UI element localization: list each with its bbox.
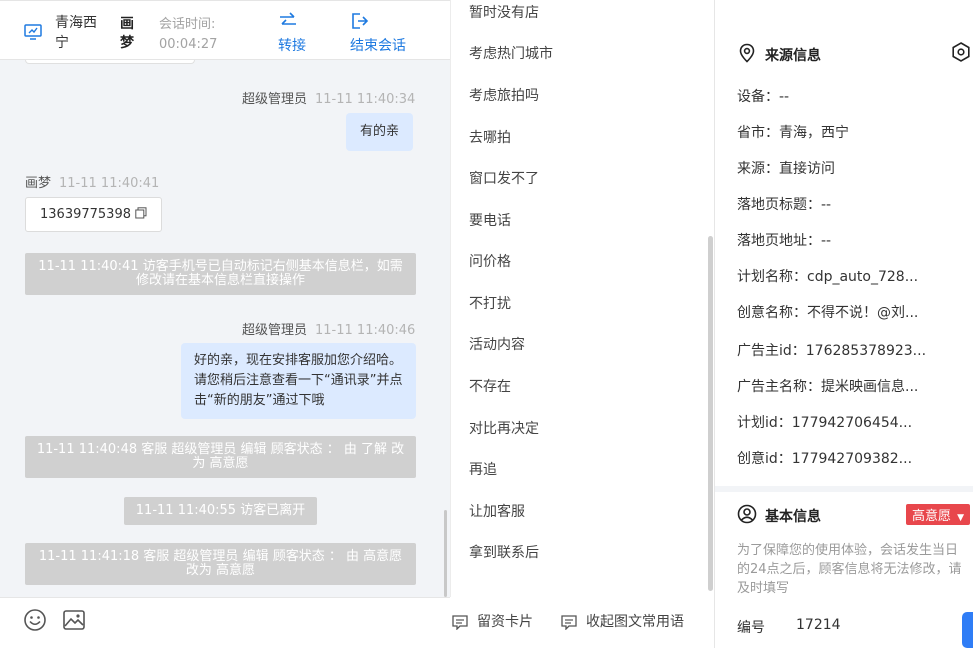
source-info-title: 来源信息 — [765, 48, 821, 64]
plan-id-field: 计划id：177942706454... — [737, 415, 913, 431]
logout-icon — [352, 13, 369, 29]
plan-name-field: 计划名称：cdp_auto_728... — [737, 269, 919, 285]
device-field: 设备：-- — [737, 89, 790, 105]
landing-url-field: 落地页地址：-- — [737, 233, 832, 249]
phrase-item[interactable]: 要电话 — [469, 210, 511, 230]
message-time: 11-11 11:40:46 — [315, 323, 416, 338]
source-field: 来源：直接访问 — [737, 161, 835, 177]
phrase-item[interactable]: 对比再决定 — [469, 418, 539, 438]
message-meta: 画梦 11-11 11:40:41 — [25, 172, 159, 191]
number-label: 编号 — [737, 620, 765, 636]
message-icon — [561, 615, 577, 631]
sender-name: 超级管理员 — [242, 323, 308, 338]
phrase-item[interactable]: 窗口发不了 — [469, 168, 539, 188]
lead-card-label: 留资卡片 — [477, 614, 533, 630]
end-session-label: 结束会话 — [350, 38, 406, 54]
visitor-phone-text: 13639775398 — [40, 207, 131, 222]
phrase-item[interactable]: 活动内容 — [469, 334, 525, 354]
smile-icon[interactable] — [23, 608, 47, 632]
sender-name: 超级管理员 — [242, 92, 308, 107]
edit-notice: 为了保障您的使用体验，会话发生当日的24点之后，顾客信息将无法修改，请及时填写 — [737, 543, 962, 596]
landing-title-field: 落地页标题：-- — [737, 197, 832, 213]
agent-message-bubble: 有的亲 — [346, 113, 414, 151]
collapse-phrases-label: 收起图文常用语 — [586, 614, 684, 630]
system-notice: 11-11 11:40:48 客服 超级管理员 编辑 顾客状态 ： 由 了解 改… — [25, 436, 416, 478]
transfer-button[interactable]: 转接 — [278, 11, 306, 55]
session-time-label: 会话时间: — [159, 17, 216, 32]
copy-icon[interactable] — [135, 207, 147, 219]
phrase-item[interactable]: 问价格 — [469, 251, 511, 271]
system-notice: 11-11 11:40:55 访客已离开 — [124, 497, 317, 525]
input-toolbar — [0, 597, 450, 648]
phrase-item[interactable]: 拿到联系后 — [469, 542, 539, 562]
advertiser-id-field: 广告主id：176285378923... — [737, 343, 927, 359]
sender-name: 画梦 — [25, 176, 52, 191]
system-notice: 11-11 11:41:18 客服 超级管理员 编辑 顾客状态 ： 由 高意愿 … — [25, 543, 416, 585]
quick-phrases-panel: 暂时没有店 考虑热门城市 考虑旅拍吗 去哪拍 窗口发不了 要电话 问价格 不打扰… — [450, 0, 714, 597]
user-circle-icon — [737, 504, 757, 524]
basic-info-title: 基本信息 — [765, 509, 821, 525]
phrases-scrollbar[interactable] — [708, 236, 713, 591]
phrase-item[interactable]: 让加客服 — [469, 501, 525, 521]
location-pin-icon — [739, 43, 755, 63]
card-icon — [452, 615, 468, 631]
session-header: 青海西宁 画梦 会话时间: 00:04:27 转接 结束会话 — [0, 0, 450, 60]
intent-status-label: 高意愿 — [912, 509, 952, 524]
phrase-item[interactable]: 去哪拍 — [469, 127, 511, 147]
chat-scrollbar[interactable] — [444, 510, 447, 597]
agent-message-bubble: 好的亲，现在安排客服加您介绍哈。请您稍后注意查看一下“通讯录”并点击“新的朋友”… — [181, 343, 416, 419]
number-value: 17214 — [796, 617, 841, 633]
advertiser-name-field: 广告主名称：提米映画信息... — [737, 379, 919, 395]
visitor-location: 青海西宁 — [55, 15, 97, 51]
side-float-button[interactable] — [962, 612, 973, 648]
chat-message-area[interactable]: 超级管理员 11-11 11:40:34 有的亲 画梦 11-11 11:40:41… — [0, 60, 450, 597]
caret-down-icon: ▼ — [957, 513, 965, 523]
phrase-item[interactable]: 不存在 — [469, 376, 511, 396]
lead-card-button[interactable]: 留资卡片 — [451, 611, 533, 631]
collapse-phrases-button[interactable]: 收起图文常用语 — [560, 611, 684, 631]
phrase-item[interactable]: 暂时没有店 — [469, 2, 539, 22]
phrase-item[interactable]: 再追 — [469, 459, 497, 479]
chat-workspace: 青海西宁 画梦 会话时间: 00:04:27 转接 结束会话 超级管理员 11-1… — [0, 0, 973, 648]
end-session-button[interactable]: 结束会话 — [350, 11, 406, 55]
intent-status-dropdown[interactable]: 高意愿 ▼ — [906, 504, 971, 525]
creative-id-field: 创意id：177942709382... — [737, 451, 913, 467]
message-meta: 超级管理员 11-11 11:40:46 — [242, 319, 415, 338]
session-time-value: 00:04:27 — [159, 37, 218, 52]
message-meta: 超级管理员 11-11 11:40:34 — [242, 88, 415, 107]
previous-message-edge — [25, 60, 195, 64]
image-icon[interactable] — [62, 608, 86, 632]
message-time: 11-11 11:40:41 — [59, 176, 160, 191]
creative-name-field: 创意名称：不得不说！@刘... — [737, 305, 919, 321]
phrases-footer: 留资卡片 收起图文常用语 — [450, 597, 714, 648]
visitor-name: 画梦 — [120, 16, 134, 51]
phrase-item[interactable]: 考虑热门城市 — [469, 43, 553, 63]
transfer-label: 转接 — [278, 38, 306, 54]
visitor-message-bubble: 13639775398 — [25, 197, 163, 232]
section-divider — [715, 486, 973, 492]
system-notice: 11-11 11:40:41 访客手机号已自动标记右侧基本信息栏，如需修改请在基… — [25, 253, 416, 295]
monitor-icon — [24, 24, 42, 40]
settings-icon[interactable] — [951, 42, 971, 62]
message-time: 11-11 11:40:34 — [315, 92, 416, 107]
province-field: 省市：青海，西宁 — [737, 125, 849, 141]
phrase-item[interactable]: 不打扰 — [469, 293, 511, 313]
phrase-item[interactable]: 考虑旅拍吗 — [469, 85, 539, 105]
transfer-arrows-icon — [280, 12, 296, 25]
customer-info-panel: 来源信息 设备：-- 省市：青海，西宁 来源：直接访问 落地页标题：-- 落地页… — [714, 0, 973, 648]
